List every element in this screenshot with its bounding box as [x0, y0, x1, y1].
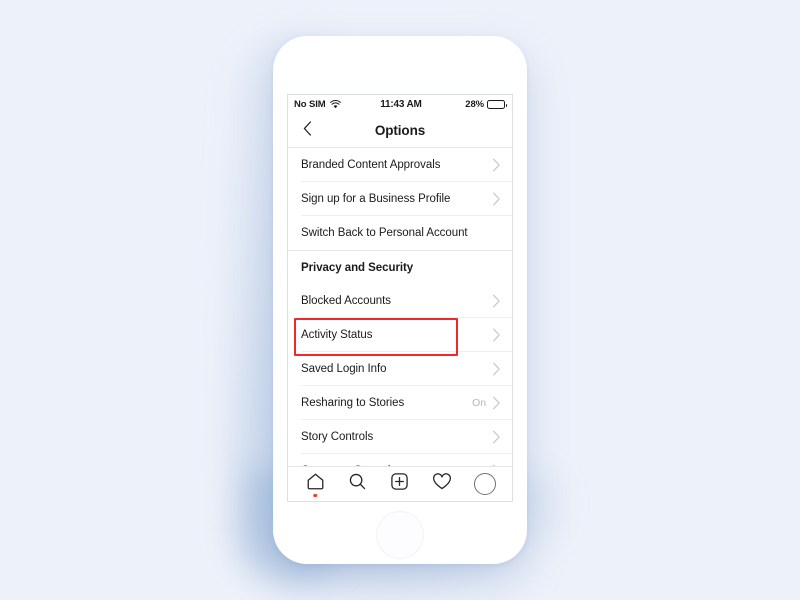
list-item-resharing-to-stories[interactable]: Resharing to Stories On	[288, 386, 512, 420]
profile-avatar-icon	[473, 473, 496, 495]
list-item-saved-login-info[interactable]: Saved Login Info	[288, 352, 512, 386]
list-item-switch-back-personal-account[interactable]: Switch Back to Personal Account	[288, 216, 512, 250]
list-item-label: Story Controls	[301, 431, 374, 443]
chevron-right-icon	[492, 362, 501, 376]
status-bar-time: 11:43 AM	[380, 99, 422, 110]
list-item-activity-status-wrapper: Activity Status	[288, 318, 512, 356]
options-list[interactable]: Branded Content Approvals Sign up for a …	[288, 148, 512, 466]
tab-home[interactable]	[298, 469, 332, 499]
chevron-left-icon	[303, 120, 312, 141]
chevron-right-icon	[492, 430, 501, 444]
page-title: Options	[374, 123, 426, 138]
chevron-right-icon	[492, 328, 501, 342]
search-icon	[348, 472, 367, 496]
list-item-branded-content-approvals[interactable]: Branded Content Approvals	[288, 148, 512, 182]
wifi-icon	[329, 100, 341, 109]
list-item-label: Comment Controls	[301, 465, 492, 466]
chevron-right-icon	[492, 192, 501, 206]
list-item-label: Activity Status	[301, 329, 373, 341]
back-button[interactable]	[297, 120, 317, 142]
navigation-bar: Options	[288, 114, 512, 148]
battery-percent-label: 28%	[465, 99, 484, 110]
chevron-right-icon	[492, 158, 501, 172]
tab-add-post[interactable]	[383, 469, 417, 499]
battery-tip	[505, 103, 507, 107]
carrier-label: No SIM	[294, 99, 326, 110]
phone-mockup: No SIM 11:43 AM 28% Options Branded Cont…	[273, 36, 527, 564]
status-bar-right: 28%	[465, 99, 507, 110]
bottom-tab-bar	[288, 466, 512, 501]
heart-icon	[432, 472, 452, 496]
list-item-label: Saved Login Info	[301, 363, 387, 375]
status-bar: No SIM 11:43 AM 28%	[288, 95, 512, 114]
tab-profile[interactable]	[468, 469, 502, 499]
list-item-label: Switch Back to Personal Account	[301, 227, 468, 239]
tab-search[interactable]	[341, 469, 375, 499]
status-bar-left: No SIM	[294, 99, 341, 110]
phone-screen: No SIM 11:43 AM 28% Options Branded Cont…	[287, 94, 513, 502]
chevron-right-icon	[492, 396, 501, 410]
tab-activity[interactable]	[425, 469, 459, 499]
list-item-value: On	[472, 397, 486, 409]
list-item-label: Resharing to Stories	[301, 397, 405, 409]
home-notification-badge	[313, 493, 317, 497]
list-item-label: Branded Content Approvals	[301, 159, 441, 171]
section-header-privacy-and-security: Privacy and Security	[288, 250, 512, 284]
list-item-comment-controls[interactable]: Comment Controls	[288, 454, 512, 466]
list-item-sign-up-business-profile[interactable]: Sign up for a Business Profile	[288, 182, 512, 216]
list-item-activity-status[interactable]: Activity Status	[288, 318, 512, 352]
battery-icon	[487, 100, 507, 109]
add-post-icon	[390, 472, 409, 496]
section-header-label: Privacy and Security	[301, 261, 414, 274]
list-item-story-controls[interactable]: Story Controls	[288, 420, 512, 454]
list-item-label: Blocked Accounts	[301, 295, 391, 307]
scene-backdrop: No SIM 11:43 AM 28% Options Branded Cont…	[0, 0, 800, 600]
chevron-right-icon	[492, 464, 501, 466]
home-button[interactable]	[376, 511, 424, 559]
list-item-blocked-accounts[interactable]: Blocked Accounts	[288, 284, 512, 318]
list-item-label: Sign up for a Business Profile	[301, 193, 451, 205]
chevron-right-icon	[492, 294, 501, 308]
home-icon	[306, 472, 325, 496]
